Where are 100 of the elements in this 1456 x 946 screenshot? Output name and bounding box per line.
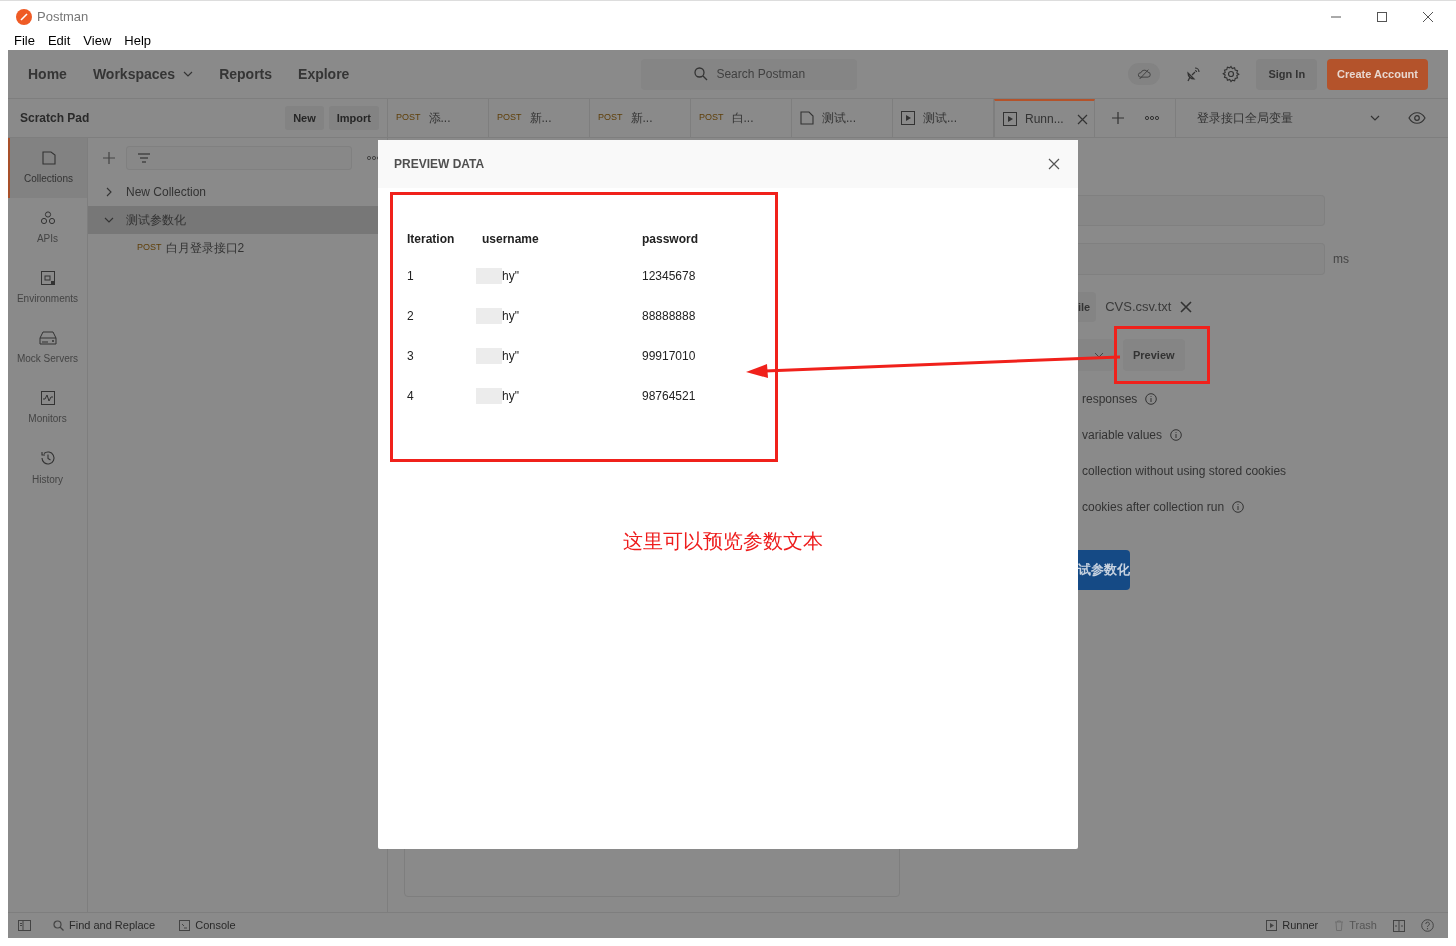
- nav-link[interactable]: Home: [20, 58, 75, 90]
- two-pane-icon[interactable]: [1393, 919, 1405, 932]
- table-cell-text: hy": [502, 388, 519, 405]
- method-label: POST: [598, 111, 623, 125]
- run-button[interactable]: 试参数化: [1078, 550, 1130, 590]
- play-icon: [1003, 112, 1017, 126]
- app-logo-icon: [16, 8, 32, 25]
- tab[interactable]: POST 新...: [489, 99, 590, 137]
- environment-icon: [40, 270, 55, 285]
- toolbar-button[interactable]: Import: [328, 106, 379, 130]
- tab[interactable]: POST 新...: [590, 99, 691, 137]
- server-icon: [38, 330, 57, 345]
- environment-select[interactable]: 登录接口全局变量: [1176, 99, 1388, 137]
- toolbar-button[interactable]: New: [285, 106, 324, 130]
- play-icon: [901, 111, 915, 125]
- tab-label: 新...: [529, 110, 552, 127]
- satellite-icon[interactable]: [1184, 65, 1203, 83]
- table-cell-text: 98764521: [642, 388, 697, 405]
- table-cell-text: 88888888: [642, 308, 697, 325]
- method-label: POST: [497, 111, 522, 125]
- filter-icon: [137, 152, 151, 164]
- preview-button[interactable]: Preview: [1123, 339, 1185, 371]
- nav-rail-item[interactable]: Collections: [8, 138, 87, 198]
- table-cell-text: 99917010: [642, 348, 697, 365]
- status-bar-button[interactable]: Find and Replace: [53, 917, 156, 934]
- tab-label: 白...: [731, 110, 754, 127]
- menu-item[interactable]: Edit: [47, 31, 71, 51]
- request-name: 白月登录接口2: [165, 240, 245, 257]
- document-icon: [800, 111, 814, 125]
- close-icon[interactable]: [1422, 10, 1434, 23]
- menu-item[interactable]: Help: [124, 31, 152, 51]
- nav-link[interactable]: Explore: [290, 58, 358, 90]
- dialog-title: PREVIEW DATA: [394, 156, 485, 173]
- tab[interactable]: POST 白...: [691, 99, 792, 137]
- remove-file-icon[interactable]: [1180, 301, 1193, 313]
- nav-rail-item[interactable]: APIs: [8, 198, 87, 258]
- file-name: CVS.csv.txt: [1105, 298, 1172, 317]
- more-icon[interactable]: [367, 155, 381, 161]
- table-cell-text: hy": [502, 268, 519, 285]
- folder-icon: [41, 150, 56, 165]
- settings-icon[interactable]: [1222, 65, 1241, 83]
- chevron-down-icon: [1370, 115, 1380, 121]
- filter-field[interactable]: [126, 146, 352, 170]
- option-label: cookies after collection run: [1082, 499, 1225, 516]
- search-icon: [53, 920, 64, 931]
- table-cell-text: hy": [502, 308, 519, 325]
- monitor-icon: [40, 390, 55, 405]
- close-icon[interactable]: [1077, 113, 1088, 125]
- option-label: collection without using stored cookies: [1082, 463, 1287, 480]
- tab[interactable]: Runn...: [994, 99, 1095, 137]
- create-account-button[interactable]: Create Account: [1327, 58, 1428, 90]
- nav-rail-item[interactable]: Monitors: [8, 378, 87, 438]
- menu-item[interactable]: File: [14, 31, 35, 51]
- sign-in-button[interactable]: Sign In: [1256, 58, 1318, 90]
- info-icon[interactable]: [1232, 501, 1245, 513]
- option-label: responses: [1082, 391, 1138, 408]
- nav-rail-item[interactable]: Environments: [8, 258, 87, 318]
- status-bar-button[interactable]: Console: [179, 917, 236, 934]
- table-cell-text: 12345678: [642, 268, 697, 285]
- select-file-button[interactable]: ile: [1078, 292, 1097, 322]
- more-icon[interactable]: [1145, 115, 1159, 121]
- chevron-right-icon[interactable]: [104, 187, 114, 197]
- plus-icon[interactable]: [102, 151, 116, 165]
- scratch-pad-title: Scratch Pad: [20, 110, 90, 127]
- chevron-down-icon: [1094, 352, 1104, 358]
- iteration-input[interactable]: [1078, 195, 1325, 226]
- annotation-note: 这里可以预览参数文本: [623, 529, 824, 554]
- tab-label: 新...: [630, 110, 653, 127]
- tab-label: Runn...: [1025, 111, 1064, 128]
- method-label: POST: [137, 241, 162, 255]
- close-icon[interactable]: [1048, 158, 1060, 170]
- nav-link[interactable]: Workspaces: [84, 58, 202, 90]
- tab-label: 添...: [428, 110, 451, 127]
- help-icon[interactable]: [1421, 919, 1434, 932]
- tab-label: 测试...: [923, 110, 957, 127]
- nav-rail-item[interactable]: History: [8, 438, 87, 498]
- info-icon[interactable]: [1170, 429, 1183, 441]
- delay-input[interactable]: [1078, 243, 1325, 275]
- status-bar-button[interactable]: Runner: [1266, 917, 1319, 934]
- tab[interactable]: 测试...: [792, 99, 893, 137]
- search-field[interactable]: Search Postman: [641, 58, 858, 90]
- tab[interactable]: POST 添...: [388, 99, 489, 137]
- eye-icon[interactable]: [1408, 112, 1426, 124]
- nav-rail-item[interactable]: Mock Servers: [8, 318, 87, 378]
- table-cell-text: 2: [407, 308, 415, 325]
- nav-link[interactable]: Reports: [211, 58, 281, 90]
- table-cell-text: hy": [502, 348, 519, 365]
- terminal-icon: [179, 920, 191, 931]
- maximize-icon[interactable]: [1376, 10, 1388, 23]
- info-icon[interactable]: [1145, 393, 1158, 405]
- menu-item[interactable]: View: [83, 31, 112, 51]
- chevron-down-icon[interactable]: [104, 215, 114, 225]
- sidebar-toggle-icon[interactable]: [18, 920, 31, 931]
- cloud-icon[interactable]: [1128, 63, 1161, 85]
- plus-icon[interactable]: [1111, 111, 1125, 125]
- column-header: username: [482, 231, 540, 248]
- column-header: password: [642, 231, 699, 248]
- column-header: Iteration: [407, 231, 456, 248]
- tab-label: 测试...: [822, 110, 856, 127]
- method-label: POST: [699, 111, 724, 125]
